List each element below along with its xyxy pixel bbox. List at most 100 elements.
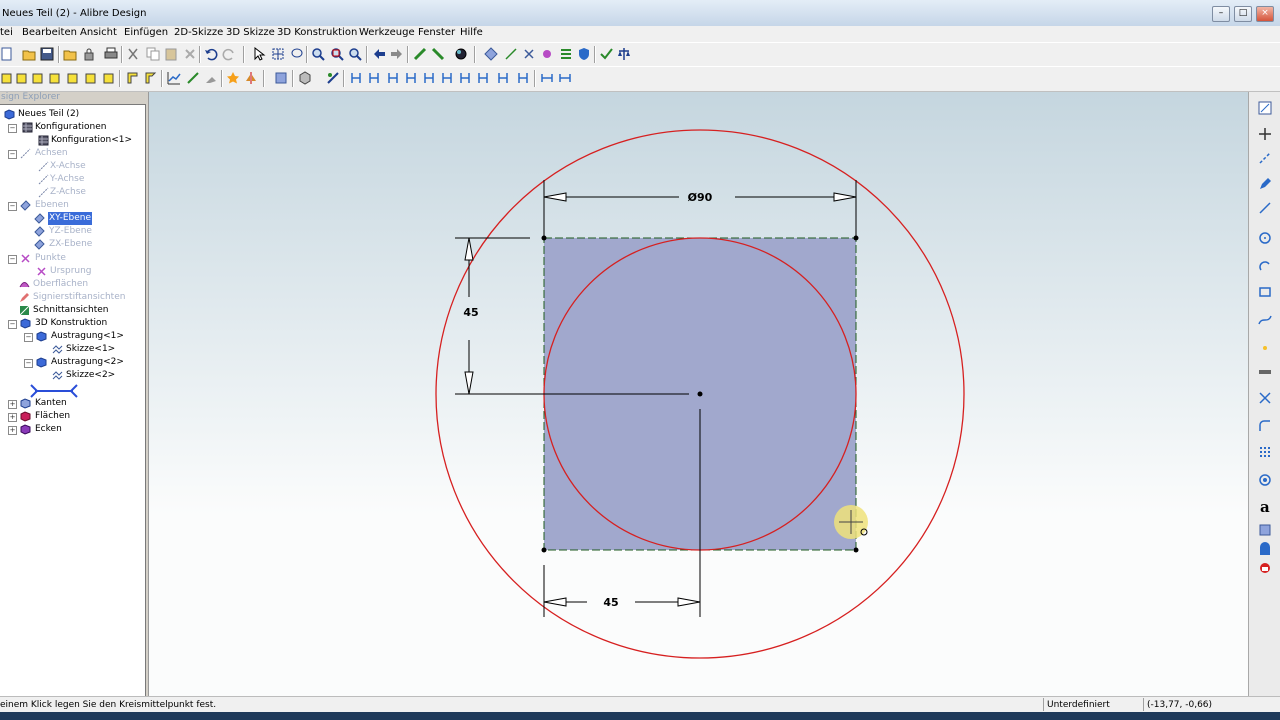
constraint-icon[interactable]	[422, 71, 436, 85]
menu-window[interactable]: Fenster	[418, 27, 455, 38]
collapse-icon[interactable]: −	[8, 255, 17, 264]
sketch-canvas[interactable]: Ø90 45 45	[148, 92, 1249, 696]
section-view-icon[interactable]	[274, 71, 288, 85]
balance-icon[interactable]	[617, 47, 631, 61]
close-button[interactable]: ×	[1256, 6, 1274, 22]
end-of-part-marker-icon[interactable]	[30, 384, 78, 398]
expand-icon[interactable]: +	[8, 426, 17, 435]
corner-point[interactable]	[853, 547, 859, 553]
constraint-icon[interactable]	[516, 71, 530, 85]
star-icon[interactable]	[226, 71, 240, 85]
constraint-icon[interactable]	[404, 71, 418, 85]
sketch-plane-icon[interactable]	[484, 47, 498, 61]
menu-file[interactable]: tei	[0, 27, 13, 38]
menu-3d-construction[interactable]: 3D Konstruktion	[277, 27, 357, 38]
render-icon[interactable]	[454, 47, 468, 61]
pan-icon[interactable]	[413, 47, 427, 61]
box-icon[interactable]	[84, 71, 98, 85]
vertical-dimension-label[interactable]: 45	[463, 306, 478, 319]
expand-icon[interactable]: +	[8, 400, 17, 409]
expand-icon[interactable]: +	[8, 413, 17, 422]
box-icon[interactable]	[102, 71, 116, 85]
rotate-view-icon[interactable]	[431, 47, 445, 61]
mirror-sketch-icon[interactable]	[1257, 542, 1273, 558]
copy-icon[interactable]	[146, 47, 160, 61]
box-icon[interactable]	[66, 71, 80, 85]
new-icon[interactable]	[0, 47, 14, 61]
box-icon[interactable]	[48, 71, 62, 85]
spline-tool-icon[interactable]	[1257, 312, 1273, 328]
constraint-icon[interactable]	[440, 71, 454, 85]
constraint-icon[interactable]	[386, 71, 400, 85]
lock-tool-icon[interactable]	[1257, 560, 1273, 576]
menu-insert[interactable]: Einfügen	[124, 27, 168, 38]
menu-edit[interactable]: Bearbeiten	[22, 27, 77, 38]
menu-3d-sketch[interactable]: 3D Skizze	[226, 27, 275, 38]
lock-icon[interactable]	[82, 47, 96, 61]
horizontal-dimension[interactable]	[543, 597, 701, 607]
maximize-button[interactable]: □	[1234, 6, 1252, 22]
point-tool-icon[interactable]	[1257, 126, 1273, 142]
collapse-icon[interactable]: −	[24, 359, 33, 368]
constraint-icon[interactable]	[349, 71, 363, 85]
corner-point[interactable]	[541, 547, 547, 553]
point-tool-icon[interactable]	[540, 47, 554, 61]
chamfer-icon[interactable]	[144, 71, 158, 85]
constraint-settings-icon[interactable]	[1257, 472, 1273, 488]
zoom-window-icon[interactable]	[330, 47, 344, 61]
circle-tool-icon[interactable]	[1257, 230, 1273, 246]
horizontal-dimension-label[interactable]: 45	[603, 596, 618, 609]
constraint-icon[interactable]	[367, 71, 381, 85]
toolbar-handle-icon[interactable]	[1257, 364, 1273, 380]
tool-icon[interactable]	[204, 71, 218, 85]
check-icon[interactable]	[599, 47, 613, 61]
box-icon[interactable]	[15, 71, 29, 85]
constraint-icon[interactable]	[476, 71, 490, 85]
save-icon[interactable]	[40, 47, 54, 61]
pattern-tool-icon[interactable]	[1257, 444, 1273, 460]
paste-icon[interactable]	[164, 47, 178, 61]
pencil-tool-icon[interactable]	[1257, 176, 1273, 192]
diameter-dimension-label[interactable]: Ø90	[688, 191, 713, 204]
next-view-icon[interactable]	[390, 47, 404, 61]
fillet-sketch-icon[interactable]	[1257, 418, 1273, 434]
open-icon[interactable]	[22, 47, 36, 61]
dimension-icon[interactable]	[540, 71, 554, 85]
box-icon[interactable]	[0, 71, 14, 85]
center-point[interactable]	[697, 391, 703, 397]
constraint-icon[interactable]	[496, 71, 510, 85]
chart-icon[interactable]	[167, 71, 181, 85]
cut-icon[interactable]	[126, 47, 140, 61]
shield-icon[interactable]	[577, 47, 591, 61]
undo-icon[interactable]	[204, 47, 218, 61]
menu-tools[interactable]: Werkzeuge	[359, 27, 415, 38]
dimension-icon[interactable]	[558, 71, 572, 85]
redo-icon[interactable]	[222, 47, 236, 61]
print-icon[interactable]	[104, 47, 118, 61]
list-icon[interactable]	[559, 47, 573, 61]
measure-icon[interactable]	[186, 71, 200, 85]
zoom-in-icon[interactable]	[311, 47, 325, 61]
trim-tool-icon[interactable]	[1257, 390, 1273, 406]
zoom-fit-icon[interactable]	[348, 47, 362, 61]
lasso-icon[interactable]	[290, 47, 304, 61]
collapse-icon[interactable]: −	[8, 320, 17, 329]
menu-view[interactable]: Ansicht	[80, 27, 117, 38]
collapse-icon[interactable]: −	[8, 150, 17, 159]
folder-icon[interactable]	[63, 47, 77, 61]
construction-line-icon[interactable]	[1257, 200, 1273, 216]
constraint-icon[interactable]	[458, 71, 472, 85]
project-tool-icon[interactable]	[1257, 522, 1273, 538]
collapse-icon[interactable]: −	[8, 202, 17, 211]
collapse-icon[interactable]: −	[24, 333, 33, 342]
delete-icon[interactable]	[183, 47, 197, 61]
arc-tool-icon[interactable]	[1257, 258, 1273, 274]
sketch-drawing[interactable]: Ø90 45 45	[149, 92, 1249, 696]
point-sketch-icon[interactable]	[1257, 340, 1273, 356]
sketch-activate-icon[interactable]	[1257, 100, 1273, 116]
previous-view-icon[interactable]	[372, 47, 386, 61]
menu-2d-sketch[interactable]: 2D-Skizze	[174, 27, 223, 38]
collapse-icon[interactable]: −	[8, 124, 17, 133]
rectangle-tool-icon[interactable]	[1257, 284, 1273, 300]
shading-icon[interactable]	[326, 71, 340, 85]
